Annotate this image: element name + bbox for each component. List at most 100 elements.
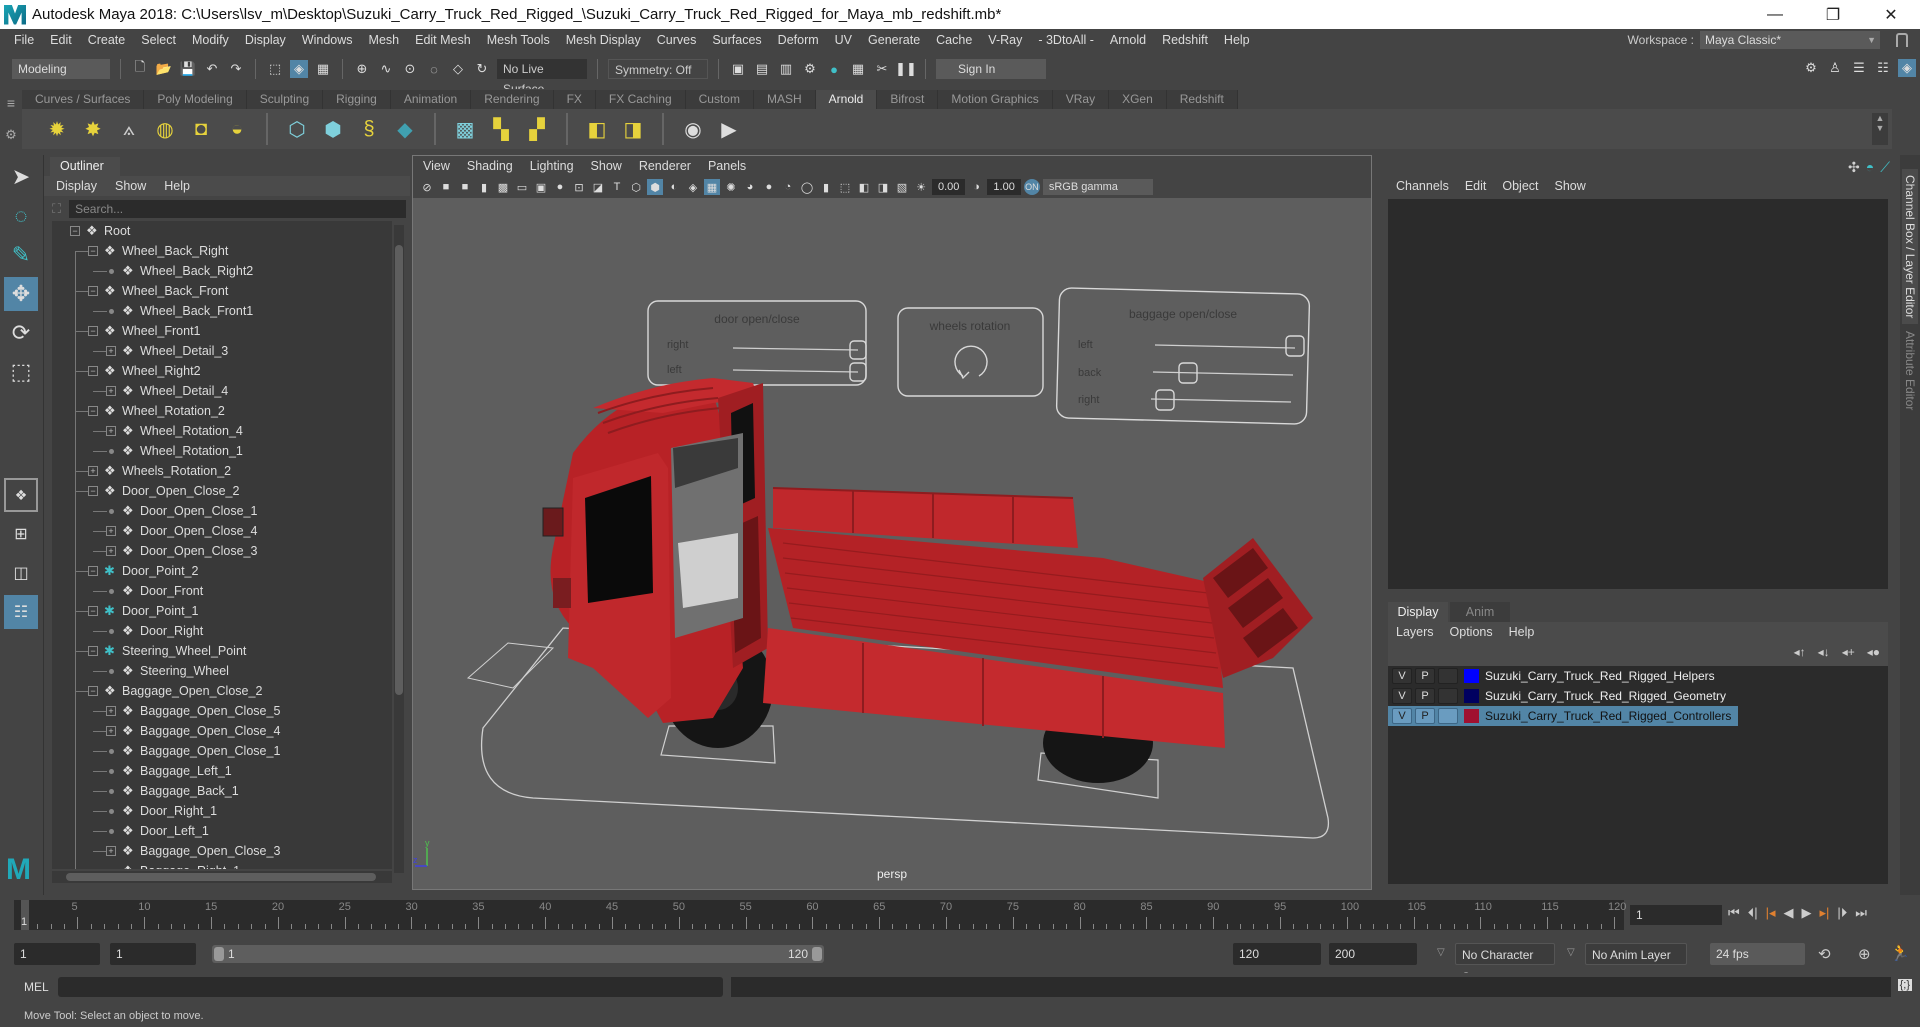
snap-grid-icon[interactable]: ⊕ <box>353 60 371 78</box>
viewport-menu-panels[interactable]: Panels <box>708 159 746 173</box>
shelf-tab-bifrost[interactable]: Bifrost <box>877 90 939 109</box>
outliner-item[interactable]: + ❖ Baggage_Open_Close_3 <box>52 841 392 861</box>
collapse-icon[interactable]: − <box>88 366 98 376</box>
shelf-tab-motion-graphics[interactable]: Motion Graphics <box>938 90 1053 109</box>
use-all-lights-icon[interactable]: ✺ <box>723 179 739 195</box>
channelbox-menu-show[interactable]: Show <box>1555 179 1586 193</box>
menu-set-dropdown[interactable]: Modeling <box>12 59 110 79</box>
outliner-item[interactable]: − ✱ Steering_Wheel_Point <box>52 641 392 661</box>
wireframe-on-shaded-icon[interactable]: ◈ <box>685 179 701 195</box>
snap-projected-icon[interactable]: ◌ <box>425 60 443 78</box>
menu-file[interactable]: File <box>6 33 42 47</box>
tangent-icon[interactable]: ⟋ <box>1880 159 1890 176</box>
outliner-item[interactable]: − ❖ Wheel_Rotation_2 <box>52 401 392 421</box>
expand-icon[interactable]: + <box>106 726 116 736</box>
time-slider-track[interactable]: 5 10 15 20 25 30 35 40 45 50 55 60 65 70 75 80 85 90 95 100… <box>14 900 1626 930</box>
select-hierarchy-icon[interactable]: ⬚ <box>266 60 284 78</box>
film-gate-icon[interactable]: ▭ <box>514 179 530 195</box>
outliner-item[interactable]: − ❖ Door_Open_Close_2 <box>52 481 392 501</box>
display-layer[interactable]: V P Suzuki_Carry_Truck_Red_Rigged_Helper… <box>1388 666 1738 686</box>
playback-toggle[interactable]: P <box>1415 668 1435 684</box>
outliner-item[interactable]: ❖ Wheel_Back_Front1 <box>52 301 392 321</box>
rotate-tool-icon[interactable]: ⟳ <box>4 316 38 350</box>
playback-toggle[interactable]: P <box>1415 708 1435 724</box>
menu-arnold[interactable]: Arnold <box>1102 33 1154 47</box>
sign-in-button[interactable]: Sign In <box>936 59 1046 79</box>
tab-channel-box-layer-editor[interactable]: Channel Box / Layer Editor <box>1902 169 1918 325</box>
undo-icon[interactable]: ↶ <box>203 60 221 78</box>
layer-menu-options[interactable]: Options <box>1450 622 1493 642</box>
outliner-item[interactable]: ❖ Baggage_Right_1 <box>52 861 392 869</box>
start-time-field[interactable]: 1 <box>14 943 100 965</box>
two-pane-layout-icon[interactable]: ◫ <box>4 556 38 590</box>
image-plane-icon[interactable]: ▮ <box>476 179 492 195</box>
menu-vray[interactable]: V-Ray <box>980 33 1030 47</box>
collapse-icon[interactable]: − <box>88 286 98 296</box>
render-settings-icon[interactable]: ⚙ <box>801 60 819 78</box>
tx-manager-icon[interactable]: ▚ <box>488 116 514 142</box>
layer-color-swatch[interactable] <box>1464 709 1479 723</box>
ipr-render-icon[interactable]: ▥ <box>777 60 795 78</box>
channelbox-menu-edit[interactable]: Edit <box>1465 179 1487 193</box>
menu-select[interactable]: Select <box>133 33 184 47</box>
outliner-item[interactable]: + ❖ Door_Open_Close_4 <box>52 521 392 541</box>
display-type-toggle[interactable] <box>1438 708 1458 724</box>
anim-layer-arrow-icon[interactable]: ▽ <box>1567 947 1575 958</box>
outliner-item[interactable]: ❖ Baggage_Left_1 <box>52 761 392 781</box>
modeling-toolkit-icon[interactable]: ⚙ <box>1802 59 1820 77</box>
single-perspective-layout-icon[interactable]: ❖ <box>4 478 38 512</box>
outliner-item[interactable]: ❖ Door_Right <box>52 621 392 641</box>
menu-3dtoall[interactable]: - 3DtoAll - <box>1030 33 1102 47</box>
xray-joints-icon[interactable]: ▧ <box>894 179 910 195</box>
viewport-scene[interactable]: door open/close right left wheels rotati… <box>413 198 1371 889</box>
color-management-toggle-icon[interactable]: ON <box>1023 179 1040 195</box>
display-type-toggle[interactable] <box>1438 668 1458 684</box>
snap-curve-icon[interactable]: ∿ <box>377 60 395 78</box>
outliner-item[interactable]: − ❖ Baggage_Open_Close_2 <box>52 681 392 701</box>
view-transform-dropdown[interactable]: sRGB gamma <box>1042 179 1153 195</box>
export-standin-icon[interactable]: ⬢ <box>320 116 346 142</box>
outliner-item[interactable]: ❖ Baggage_Back_1 <box>52 781 392 801</box>
shelf-tab-arnold[interactable]: Arnold <box>815 90 878 109</box>
outliner-item[interactable]: ❖ Wheel_Rotation_1 <box>52 441 392 461</box>
shelf-tab-fx[interactable]: FX <box>553 90 596 109</box>
arnold-render-icon[interactable]: ✂ <box>873 60 891 78</box>
playback-end-field[interactable]: 120 <box>1233 943 1321 965</box>
outliner-item[interactable]: + ❖ Baggage_Open_Close_4 <box>52 721 392 741</box>
outliner-horizontal-scrollbar[interactable] <box>52 871 392 883</box>
manipulator-icon[interactable]: ✣ <box>1848 159 1860 176</box>
outliner-item[interactable]: − ❖ Wheel_Back_Right <box>52 241 392 261</box>
outliner-search-input[interactable]: Search... <box>69 200 406 218</box>
menu-surfaces[interactable]: Surfaces <box>704 33 769 47</box>
outliner-layout-icon[interactable]: ☷ <box>4 595 38 629</box>
outliner-item[interactable]: − ✱ Door_Point_1 <box>52 601 392 621</box>
smooth-shade-icon[interactable]: ⬢ <box>647 179 663 195</box>
shelf-settings-icon[interactable]: ⚙ <box>0 127 22 143</box>
collapse-icon[interactable]: − <box>88 606 98 616</box>
playback-toggle[interactable]: P <box>1415 688 1435 704</box>
current-frame-field[interactable]: 1 <box>1630 905 1722 925</box>
menu-deform[interactable]: Deform <box>770 33 827 47</box>
gamma-field[interactable]: 1.00 <box>987 179 1021 195</box>
open-scene-icon[interactable]: 📂 <box>155 60 173 78</box>
motion-blur-icon[interactable]: ◔ <box>780 179 796 195</box>
outliner-item[interactable]: ❖ Door_Open_Close_1 <box>52 501 392 521</box>
redo-icon[interactable]: ↷ <box>227 60 245 78</box>
standin-icon[interactable]: ⬡ <box>284 116 310 142</box>
loop-icon[interactable]: ⟲ <box>1818 945 1831 963</box>
textured-icon[interactable]: ▦ <box>704 179 720 195</box>
menu-curves[interactable]: Curves <box>649 33 705 47</box>
make-live-icon[interactable]: ↻ <box>473 60 491 78</box>
shelf-tab-rigging[interactable]: Rigging <box>323 90 391 109</box>
menu-cache[interactable]: Cache <box>928 33 980 47</box>
skydome-light-icon[interactable]: ◍ <box>152 116 178 142</box>
camera-attributes-icon[interactable]: ■ <box>438 179 454 195</box>
anim-layer-dropdown[interactable]: No Anim Layer <box>1585 943 1687 965</box>
isolate-select-icon[interactable]: ⬚ <box>837 179 853 195</box>
select-camera-icon[interactable]: ⊘ <box>419 179 435 195</box>
safe-title-icon[interactable]: T <box>609 179 625 195</box>
expand-icon[interactable]: + <box>106 526 116 536</box>
visibility-toggle[interactable]: V <box>1392 668 1412 684</box>
outliner-item[interactable]: ❖ Wheel_Back_Right2 <box>52 261 392 281</box>
expand-icon[interactable]: + <box>106 426 116 436</box>
